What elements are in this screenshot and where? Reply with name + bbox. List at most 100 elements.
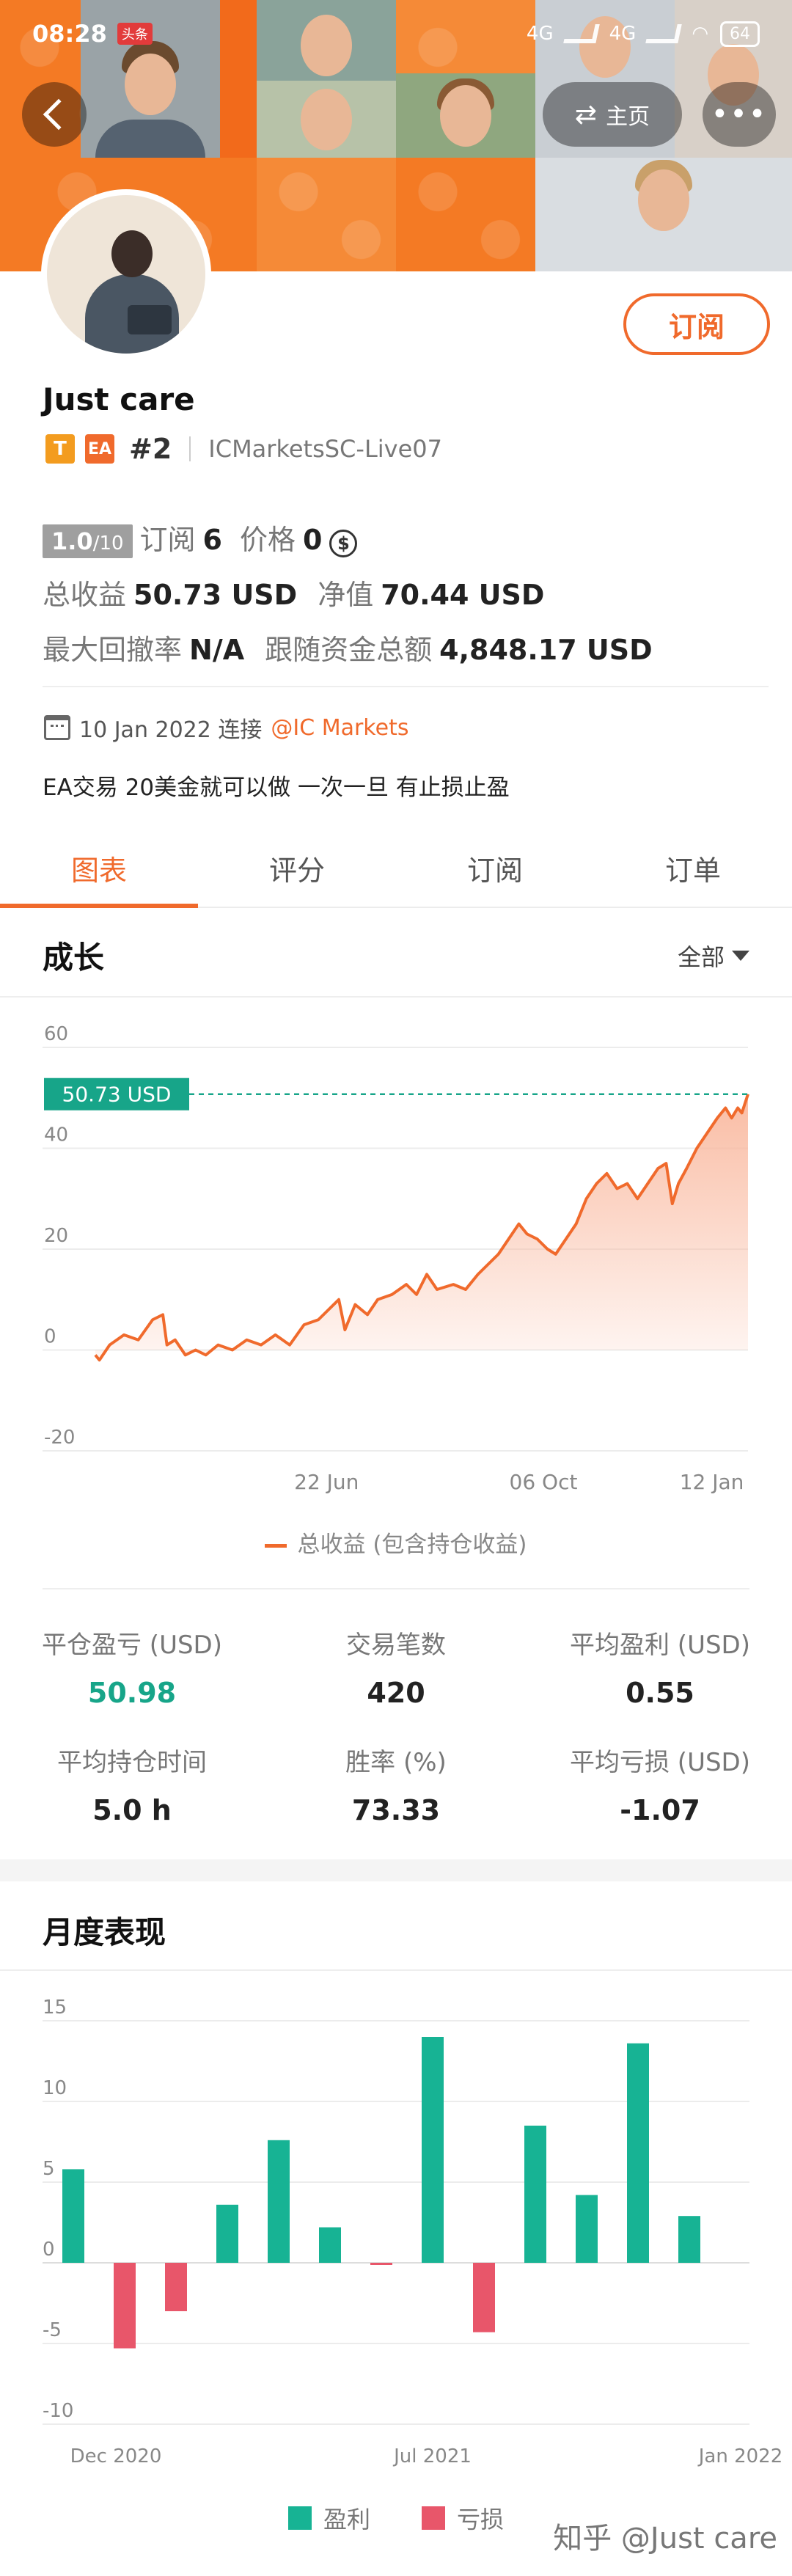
metric-win-rate: 胜率 (%) 73.33 [286,1742,506,1826]
back-arrow-icon [43,98,75,131]
battery-icon: 64 [720,21,760,47]
metric-label: 胜率 (%) [345,1748,447,1777]
loss-bar [473,2263,495,2332]
home-button[interactable]: ⇄ 主页 [543,82,682,147]
growth-header: 成长 全部 [0,908,792,998]
y-tick-label: 20 [44,1225,68,1247]
range-filter-label: 全部 [677,943,725,971]
profit-bar [678,2216,700,2263]
connect-row: 10 Jan 2022 连接 @IC Markets [44,711,408,744]
legend-loss[interactable]: 亏损 [422,2501,504,2535]
rank-badge: #2 [129,433,172,465]
y-tick-label: 0 [43,2239,55,2261]
equity-value: 70.44 USD [381,579,545,611]
back-button[interactable] [22,82,87,147]
avatar[interactable] [41,189,211,359]
metric-closed-pl: 平仓盈亏 (USD) 50.98 [22,1625,242,1709]
x-tick-label: 22 Jun [294,1470,359,1494]
signal-icon [562,24,600,43]
score-row: 1.0/10 订阅 6 价格 0 $ [43,517,358,558]
price-value: 0 [303,524,323,556]
growth-chart[interactable]: 60 40 20 0 -20 50.73 USD 22 Jun 06 Oct 12 Jan [0,998,792,1511]
y-tick-label: 10 [43,2077,67,2099]
coin-icon: $ [329,530,358,557]
calendar-icon [44,715,70,740]
tab-rating[interactable]: 评分 [198,829,396,907]
server-name: ICMarketsSC-Live07 [208,435,442,463]
connect-date: 10 Jan 2022 连接 [79,717,263,743]
metric-label: 平均亏损 (USD) [570,1748,750,1777]
subscribe-button[interactable]: 订阅 [623,293,770,355]
price-label: 价格 [240,524,296,556]
equity-label: 净值 [318,579,374,611]
separator [189,436,191,461]
y-tick-label: -5 [43,2319,62,2341]
banner-photo [257,81,396,158]
metric-label: 交易笔数 [346,1631,446,1660]
tab-chart[interactable]: 图表 [0,829,198,908]
follow-value: 4,848.17 USD [439,634,653,666]
wifi-icon: ◠ [692,23,708,45]
section-gap [0,1859,792,1881]
profit-bar [268,2140,290,2263]
banner-tile [396,158,535,271]
metric-avg-loss: 平均亏损 (USD) -1.07 [550,1742,770,1826]
monthly-title: 月度表现 [43,1914,166,1950]
profile-name: Just care [43,381,195,417]
watermark: 知乎 @Just care [553,2522,777,2555]
loss-bar [165,2263,187,2311]
home-label: 主页 [606,104,650,130]
monthly-header: 月度表现 [0,1881,792,1971]
metric-avg-profit: 平均盈利 (USD) 0.55 [550,1625,770,1709]
profit-bar [422,2037,444,2263]
profit-bar [62,2169,84,2263]
tab-subscribe[interactable]: 订阅 [396,829,594,907]
news-badge: 头条 [117,23,153,45]
network-label: 4G [609,23,637,45]
tab-bar: 图表 评分 订阅 订单 [0,829,792,908]
loss-swatch-icon [422,2506,445,2530]
profit-bar [524,2126,546,2263]
profit-swatch-icon [287,2506,312,2530]
metric-avg-hold: 平均持仓时间 5.0 h [22,1742,242,1826]
metric-label: 平均持仓时间 [57,1748,207,1777]
total-profit-value: 50.73 USD [133,579,298,611]
status-time: 08:28 [32,20,107,48]
x-tick-label: Jul 2021 [392,2445,472,2467]
series-area [95,1094,748,1361]
y-tick-label: -10 [43,2400,73,2422]
status-bar: 08:28 头条 4G 4G ◠ 64 [0,0,792,67]
broker-link[interactable]: @IC Markets [271,715,408,741]
tab-orders[interactable]: 订单 [594,829,792,907]
metric-value: 5.0 h [92,1794,172,1826]
metric-label: 平均盈利 (USD) [570,1631,750,1660]
divider [43,1588,749,1589]
profit-bar [627,2043,649,2263]
x-tick-label: Jan 2022 [697,2445,783,2467]
metric-value: 0.55 [626,1677,694,1709]
legend-profit-label: 盈利 [323,2506,370,2533]
legend-profit[interactable]: 盈利 [287,2501,370,2535]
profit-bar [576,2195,598,2263]
growth-title: 成长 [43,940,105,976]
trader-tag: T [45,434,75,464]
profit-bar [319,2227,341,2263]
y-tick-label: 60 [44,1023,68,1045]
drawdown-row: 最大回撤率 N/A 跟随资金总额 4,848.17 USD [43,627,653,667]
divider [43,686,769,687]
y-tick-label: 5 [43,2158,55,2180]
banner-photo [396,73,535,158]
more-button[interactable]: ••• [703,82,776,147]
banner-photo [535,158,792,271]
x-tick-label: 06 Oct [510,1470,578,1494]
signal-icon [645,24,683,43]
description: EA交易 20美金就可以做 一次一旦 有止损止盈 [43,775,510,801]
y-tick-label: -20 [44,1427,75,1449]
legend-line-icon [265,1544,287,1548]
drawdown-value: N/A [189,634,245,666]
subs-label: 订阅 [139,524,196,556]
y-tick-label: 40 [44,1124,68,1146]
range-filter[interactable]: 全部 [678,939,749,973]
monthly-chart[interactable]: 15 10 5 0 -5 -10 Dec 2020 Jul 2021 Jan 2022 [0,1971,792,2484]
metric-label: 平仓盈亏 (USD) [42,1631,222,1660]
